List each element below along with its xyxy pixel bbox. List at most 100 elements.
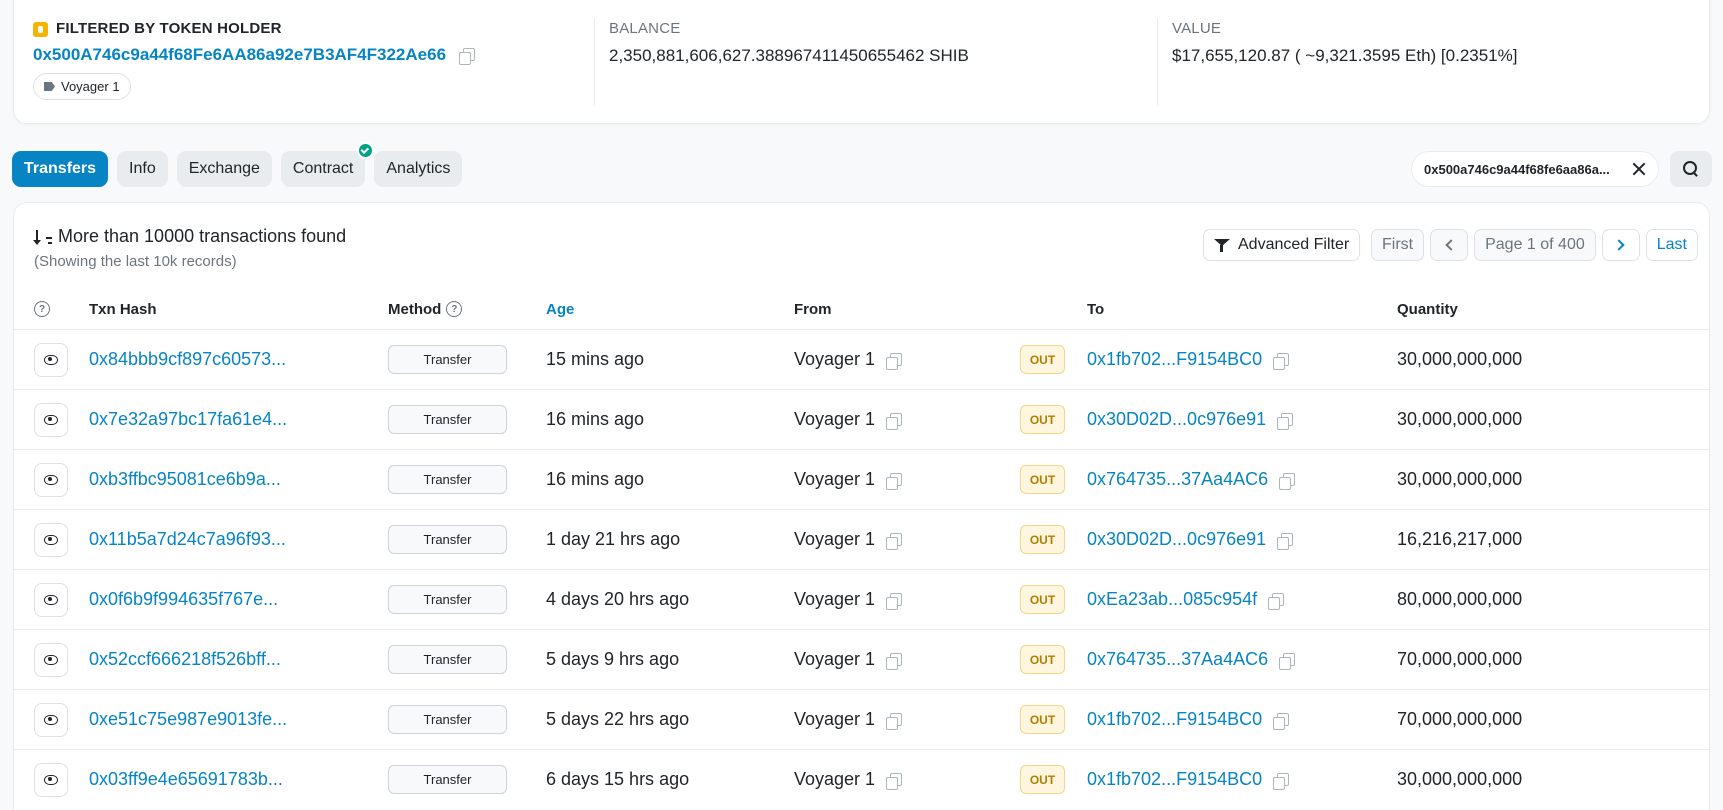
method-cell: Transfer <box>388 690 507 749</box>
preview-button[interactable] <box>34 582 68 617</box>
close-icon[interactable] <box>1632 162 1646 176</box>
copy-icon[interactable] <box>885 772 903 790</box>
copy-icon[interactable] <box>1272 712 1290 730</box>
last-page-button[interactable]: Last <box>1645 229 1698 261</box>
search-button[interactable] <box>1670 151 1712 187</box>
txn-hash-cell: 0x03ff9e4e65691783b... <box>89 750 283 809</box>
txn-hash-link[interactable]: 0x11b5a7d24c7a96f93... <box>89 529 286 550</box>
txn-hash-link[interactable]: 0xb3ffbc95081ce6b9a... <box>89 469 281 490</box>
preview-button[interactable] <box>34 402 68 437</box>
copy-icon[interactable] <box>885 652 903 670</box>
header-method-label: Method <box>388 300 442 318</box>
quantity-cell: 30,000,000,000 <box>1397 769 1523 789</box>
header-from: From <box>794 300 832 318</box>
txn-hash-link[interactable]: 0x7e32a97bc17fa61e4... <box>89 409 287 430</box>
age-cell: 5 days 22 hrs ago <box>546 709 690 729</box>
direction-cell: OUT <box>1020 570 1065 629</box>
preview-button[interactable] <box>34 702 68 737</box>
holder-badge-icon <box>33 21 48 37</box>
from-label: Voyager 1 <box>794 769 876 789</box>
quantity-cell: 30,000,000,000 <box>1397 349 1523 369</box>
row-preview <box>34 390 68 449</box>
copy-icon[interactable] <box>1267 592 1285 610</box>
to-cell: 0x1fb702...F9154BC0 <box>1087 690 1290 749</box>
method-badge: Transfer <box>388 345 507 374</box>
tab-analytics[interactable]: Analytics <box>374 151 463 187</box>
row-preview <box>34 450 68 509</box>
header-method: Method? <box>388 289 463 329</box>
table-row: 0x11b5a7d24c7a96f93... Transfer 1 day 21 h… <box>14 509 1709 569</box>
method-badge: Transfer <box>388 465 507 494</box>
to-address-link[interactable]: 0x1fb702...F9154BC0 <box>1087 769 1262 790</box>
copy-icon[interactable] <box>1276 412 1294 430</box>
header-age[interactable]: Age <box>546 289 574 329</box>
to-address-link[interactable]: 0x30D02D...0c976e91 <box>1087 409 1266 430</box>
tab-info[interactable]: Info <box>117 151 168 187</box>
info-icon[interactable]: ? <box>34 301 50 317</box>
from-cell: Voyager 1 <box>794 750 903 809</box>
from-cell: Voyager 1 <box>794 330 903 389</box>
table-header: ? Txn Hash Method? Age From To Quantity <box>14 289 1709 329</box>
txn-hash-cell: 0x11b5a7d24c7a96f93... <box>89 510 286 569</box>
method-cell: Transfer <box>388 570 507 629</box>
to-cell: 0x1fb702...F9154BC0 <box>1087 330 1290 389</box>
copy-icon[interactable] <box>1272 772 1290 790</box>
txn-hash-link[interactable]: 0x03ff9e4e65691783b... <box>89 769 283 790</box>
tab-contract[interactable]: Contract <box>280 142 375 187</box>
direction-badge: OUT <box>1020 405 1065 434</box>
copy-icon[interactable] <box>885 412 903 430</box>
txn-hash-link[interactable]: 0x0f6b9f994635f767e... <box>89 589 278 610</box>
direction-badge: OUT <box>1020 465 1065 494</box>
holder-address-link[interactable]: 0x500A746c9a44f68Fe6AA86a92e7B3AF4F322Ae… <box>33 45 446 65</box>
copy-icon[interactable] <box>885 532 903 550</box>
txn-hash-link[interactable]: 0x84bbb9cf897c60573... <box>89 349 286 370</box>
preview-button[interactable] <box>34 642 68 677</box>
to-address-link[interactable]: 0xEa23ab...085c954f <box>1087 589 1257 610</box>
copy-icon[interactable] <box>885 712 903 730</box>
preview-button[interactable] <box>34 522 68 557</box>
to-address-link[interactable]: 0x30D02D...0c976e91 <box>1087 529 1266 550</box>
preview-button[interactable] <box>34 342 68 377</box>
method-cell: Transfer <box>388 450 507 509</box>
method-badge: Transfer <box>388 405 507 434</box>
to-address-link[interactable]: 0x764735...37Aa4AC6 <box>1087 649 1268 670</box>
info-icon[interactable]: ? <box>446 301 463 317</box>
table-row: 0x03ff9e4e65691783b... Transfer 6 days 15 … <box>14 749 1709 809</box>
txn-hash-cell: 0x0f6b9f994635f767e... <box>89 570 278 629</box>
direction-badge: OUT <box>1020 525 1065 554</box>
eye-icon <box>44 714 58 725</box>
verified-check-icon <box>357 142 375 159</box>
txn-hash-link[interactable]: 0xe51c75e987e9013fe... <box>89 709 287 730</box>
tab-transfers[interactable]: Transfers <box>12 151 109 187</box>
to-address-link[interactable]: 0x1fb702...F9154BC0 <box>1087 709 1262 730</box>
advanced-filter-button[interactable]: Advanced Filter <box>1203 229 1361 261</box>
to-address-link[interactable]: 0x1fb702...F9154BC0 <box>1087 349 1262 370</box>
next-page-button[interactable] <box>1601 229 1640 261</box>
table-row: 0xb3ffbc95081ce6b9a... Transfer 16 mins ag… <box>14 449 1709 509</box>
direction-badge: OUT <box>1020 645 1065 674</box>
copy-icon[interactable] <box>885 592 903 610</box>
copy-icon[interactable] <box>1276 532 1294 550</box>
eye-icon <box>44 414 58 425</box>
preview-button[interactable] <box>34 462 68 497</box>
direction-cell: OUT <box>1020 390 1065 449</box>
txn-hash-link[interactable]: 0x52ccf666218f526bff... <box>89 649 281 670</box>
copy-icon[interactable] <box>1272 352 1290 370</box>
copy-icon[interactable] <box>1278 472 1296 490</box>
copy-icon[interactable] <box>885 472 903 490</box>
showing-records-note: (Showing the last 10k records) <box>34 253 237 270</box>
prev-page-button[interactable] <box>1430 229 1469 261</box>
first-page-button[interactable]: First <box>1371 229 1425 261</box>
method-badge: Transfer <box>388 645 507 674</box>
copy-icon[interactable] <box>885 352 903 370</box>
to-address-link[interactable]: 0x764735...37Aa4AC6 <box>1087 469 1268 490</box>
tab-exchange[interactable]: Exchange <box>176 151 272 187</box>
from-cell: Voyager 1 <box>794 570 903 629</box>
method-badge: Transfer <box>388 585 507 614</box>
preview-button[interactable] <box>34 762 68 797</box>
from-cell: Voyager 1 <box>794 690 903 749</box>
holder-address-row: 0x500A746c9a44f68Fe6AA86a92e7B3AF4F322Ae… <box>33 45 573 65</box>
copy-icon[interactable] <box>1278 652 1296 670</box>
copy-icon[interactable] <box>458 47 476 65</box>
direction-badge: OUT <box>1020 585 1065 614</box>
